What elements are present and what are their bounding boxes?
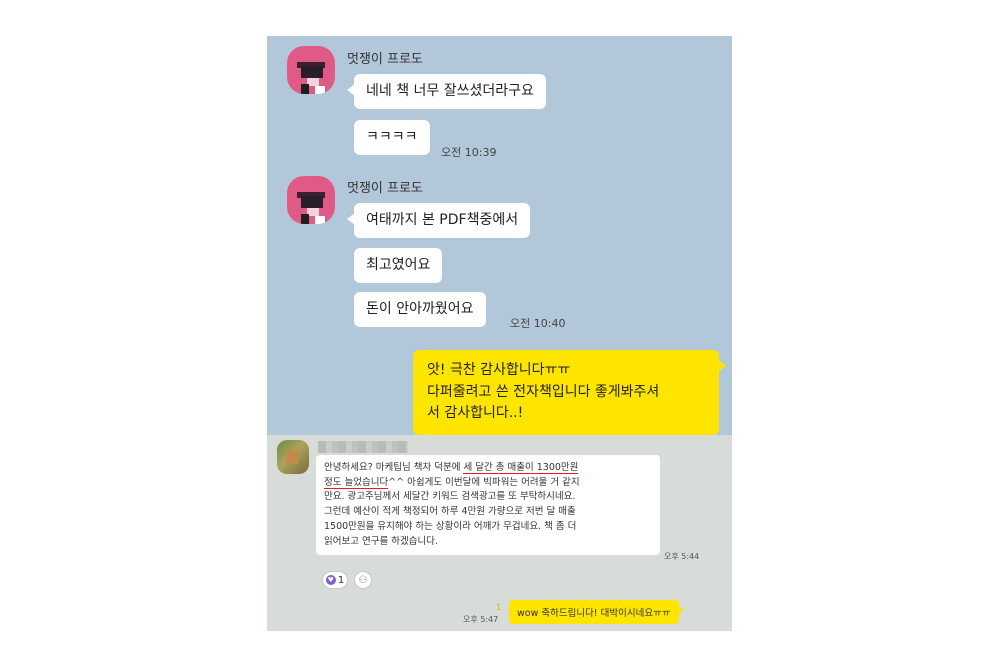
long-message-bubble[interactable]: 안녕하세요? 마케팁님 책자 덕분에 세 달간 총 매출이 1300만원 정도 … [316,455,660,556]
message-line: 안녕하세요? 마케팁님 책자 덕분에 세 달간 총 매출이 1300만원 [324,462,579,474]
message-line: 만요. 광고주님께서 세달간 키워드 검색광고를 또 부탁하시네요. [324,491,576,503]
message-time: 오후 5:47 [463,615,499,624]
message-line: 정도 늘었습니다^^ 아쉽게도 이번달에 빅파워는 어려울 거 같지 [324,476,580,489]
message-line: 읽어보고 연구를 하겠습니다. [324,535,438,547]
blurred-profile-avatar[interactable] [277,440,309,474]
message-line: 1500만원을 유지해야 하는 상황이라 어깨가 무겁네요. 책 좀 더 [324,520,577,532]
message-bubble[interactable]: 여태까지 본 PDF책중에서 [346,203,531,238]
my-message-bubble[interactable]: 앗! 극찬 감사합니다ㅠㅠ 다퍼줄려고 쓴 전자책입니다 좋게봐주셔 서 감사합… [413,350,726,436]
my-message-line: 서 감사합니다..! [427,405,524,422]
message-bubble[interactable]: 돈이 안아까웠어요 [354,292,486,327]
my-message-bubble[interactable]: wow 축하드립니다! 대박이시네요ㅠㅠ [509,600,684,624]
sender-name: 멋쟁이 프로도 [347,181,423,196]
highlighted-text: 정도 늘었습니다 [324,476,389,489]
message-bubble[interactable]: 최고였어요 [354,248,443,283]
my-message-line: 앗! 극찬 감사합니다ㅠㅠ [427,362,571,378]
message-line: 그런데 예산이 적게 책정되어 하루 4만원 가량으로 저번 달 매출 [324,506,576,518]
message-time: 오전 10:40 [510,317,566,330]
profile-avatar[interactable] [287,176,335,224]
message-time: 오전 10:39 [441,146,497,159]
my-message-line: 다퍼줄려고 쓴 전자책입니다 좋게봐주셔 [427,383,660,400]
add-reaction-button[interactable]: ⚇ [354,571,372,589]
highlighted-text: 세 달간 총 매출이 1300만원 [463,462,579,474]
message-bubble[interactable]: ㅋㅋㅋㅋ [354,120,430,155]
message-bubble[interactable]: 네네 책 너무 잘쓰셨더라구요 [347,74,546,109]
like-reaction-button[interactable]: ♥ 1 [322,571,348,589]
unread-count: 1 [496,603,502,612]
like-icon: ♥ [325,575,336,585]
person-icon: ⚇ [358,574,368,586]
profile-avatar[interactable] [287,46,335,94]
sender-name: 멋쟁이 프로도 [347,52,423,67]
reaction-count: 1 [337,574,345,586]
blurred-sender-name [318,441,408,453]
message-time: 오후 5:44 [664,552,700,561]
